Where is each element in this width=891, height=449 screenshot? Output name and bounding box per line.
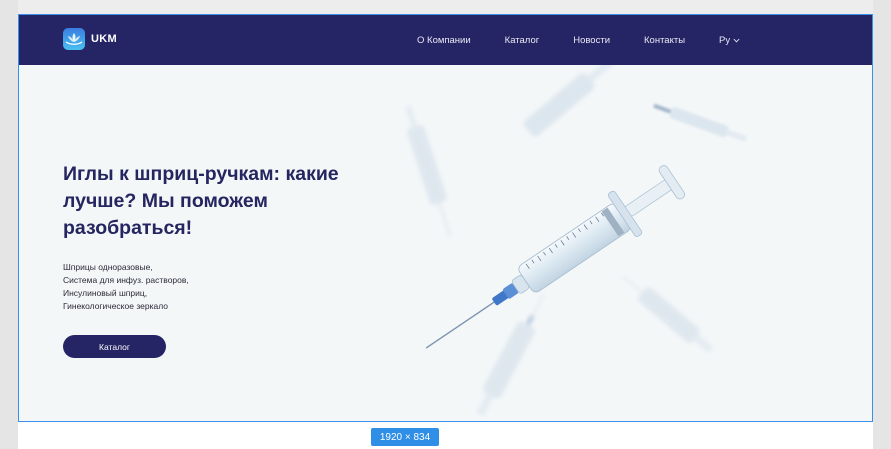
product-list-item: Шприцы одноразовые,	[63, 262, 153, 272]
nav-item-about[interactable]: О Компании	[417, 35, 471, 46]
language-label: Ру	[719, 34, 731, 46]
lotus-logo-icon	[63, 28, 85, 50]
syringe-illustration	[404, 65, 748, 417]
brand-logo[interactable]: UKM	[63, 28, 117, 50]
blurred-syringe-left	[404, 105, 451, 237]
main-menu: О Компании Каталог Новости Контакты Ру	[417, 15, 740, 65]
main-syringe	[425, 165, 686, 349]
nav-item-catalog[interactable]: Каталог	[505, 35, 540, 46]
brand-name: UKM	[91, 33, 117, 45]
canvas-below-frame	[18, 422, 873, 449]
product-list-item: Система для инфуз. растворов,	[63, 275, 189, 285]
product-list-item: Инсулиновый шприц,	[63, 288, 148, 298]
blurred-syringe-top	[523, 65, 616, 137]
hero-title: Иглы к шприц-ручкам: какие лучше? Мы пом…	[63, 163, 339, 239]
nav-item-contacts[interactable]: Контакты	[644, 35, 685, 46]
blurred-syringe-top-right	[653, 103, 748, 142]
canvas-top-strip	[18, 0, 873, 14]
page-frame: UKM О Компании Каталог Новости Контакты …	[18, 14, 873, 422]
language-selector[interactable]: Ру	[719, 35, 740, 46]
product-list: Шприцы одноразовые, Система для инфуз. р…	[63, 261, 189, 313]
blurred-syringe-bottom-right	[622, 275, 714, 354]
nav-item-news[interactable]: Новости	[573, 35, 610, 46]
frame-size-badge: 1920 × 834	[371, 428, 439, 446]
top-navbar: UKM О Компании Каталог Новости Контакты …	[19, 15, 872, 65]
product-list-item: Гинекологическое зеркало	[63, 301, 168, 311]
chevron-down-icon	[733, 38, 740, 42]
catalog-button[interactable]: Каталог	[63, 335, 166, 358]
